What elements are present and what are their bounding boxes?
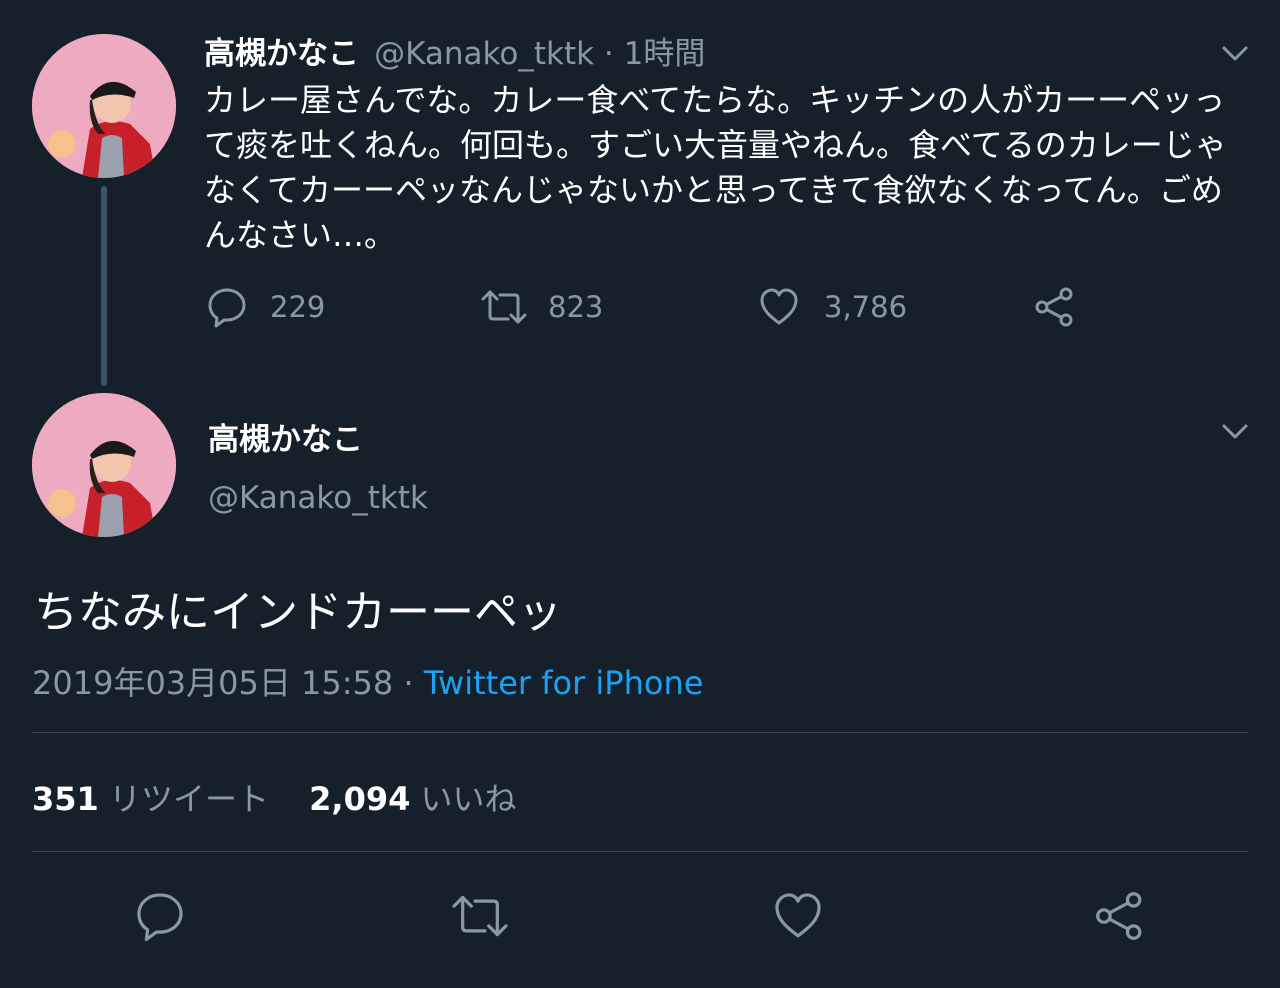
share-button[interactable] — [1094, 890, 1146, 942]
avatar-photo — [32, 34, 176, 178]
likes-stat[interactable]: 2,094 いいね — [309, 780, 516, 818]
author-name[interactable]: 高槻かなこ — [208, 414, 363, 459]
chevron-down-icon — [1222, 46, 1248, 61]
tweet-menu-button[interactable] — [1218, 36, 1252, 74]
reply-button[interactable] — [134, 890, 186, 942]
retweet-count: 823 — [548, 290, 604, 324]
like-total: 2,094 — [309, 780, 411, 818]
like-label: いいね — [420, 780, 517, 818]
retweet-icon — [452, 895, 508, 937]
tweet-timestamp[interactable]: 2019年03月05日 15:58 — [32, 664, 393, 702]
like-button[interactable] — [772, 890, 824, 942]
avatar[interactable] — [32, 34, 176, 178]
reply-tweet-header: 高槻かなこ @Kanako_tktk · 1時間 — [204, 28, 705, 73]
retweet-button[interactable] — [450, 890, 510, 942]
share-icon — [1035, 287, 1073, 327]
retweets-stat[interactable]: 351 リツイート — [32, 780, 269, 818]
like-button[interactable]: 3,786 — [758, 286, 907, 328]
thread-connector-line — [101, 186, 107, 386]
retweet-icon — [481, 290, 527, 324]
author-handle[interactable]: @Kanako_tktk — [374, 36, 594, 72]
like-count: 3,786 — [824, 290, 908, 324]
divider — [32, 851, 1248, 852]
like-icon — [760, 288, 798, 325]
main-tweet-text: ちなみにインドカーーペッ — [34, 587, 562, 638]
avatar-photo — [32, 393, 176, 537]
retweet-total: 351 — [32, 780, 99, 818]
author-handle[interactable]: @Kanako_tktk — [208, 480, 428, 516]
divider — [32, 732, 1248, 733]
meta-separator: · — [393, 664, 424, 702]
reply-icon — [208, 288, 246, 328]
reply-icon — [137, 893, 183, 942]
avatar[interactable] — [32, 393, 176, 537]
tweet-stats: 351 リツイート 2,094 いいね — [32, 774, 517, 820]
retweet-label: リツイート — [108, 780, 269, 818]
share-button[interactable] — [1034, 286, 1076, 328]
reply-button[interactable]: 229 — [206, 286, 325, 328]
reply-tweet-text: カレー屋さんでな。カレー食べてたらな。キッチンの人がカーーペッって痰を吐くねん。… — [204, 81, 1227, 254]
author-name[interactable]: 高槻かなこ — [204, 36, 359, 72]
tweet-menu-button[interactable] — [1218, 414, 1252, 452]
reply-count: 229 — [270, 290, 326, 324]
like-icon — [775, 893, 821, 938]
tweet-meta: 2019年03月05日 15:58 · Twitter for iPhone — [32, 658, 703, 704]
tweet-time[interactable]: · 1時間 — [594, 36, 705, 72]
share-icon — [1096, 892, 1142, 940]
tweet-source-link[interactable]: Twitter for iPhone — [424, 664, 704, 702]
chevron-down-icon — [1222, 424, 1248, 439]
retweet-button[interactable]: 823 — [480, 286, 603, 328]
